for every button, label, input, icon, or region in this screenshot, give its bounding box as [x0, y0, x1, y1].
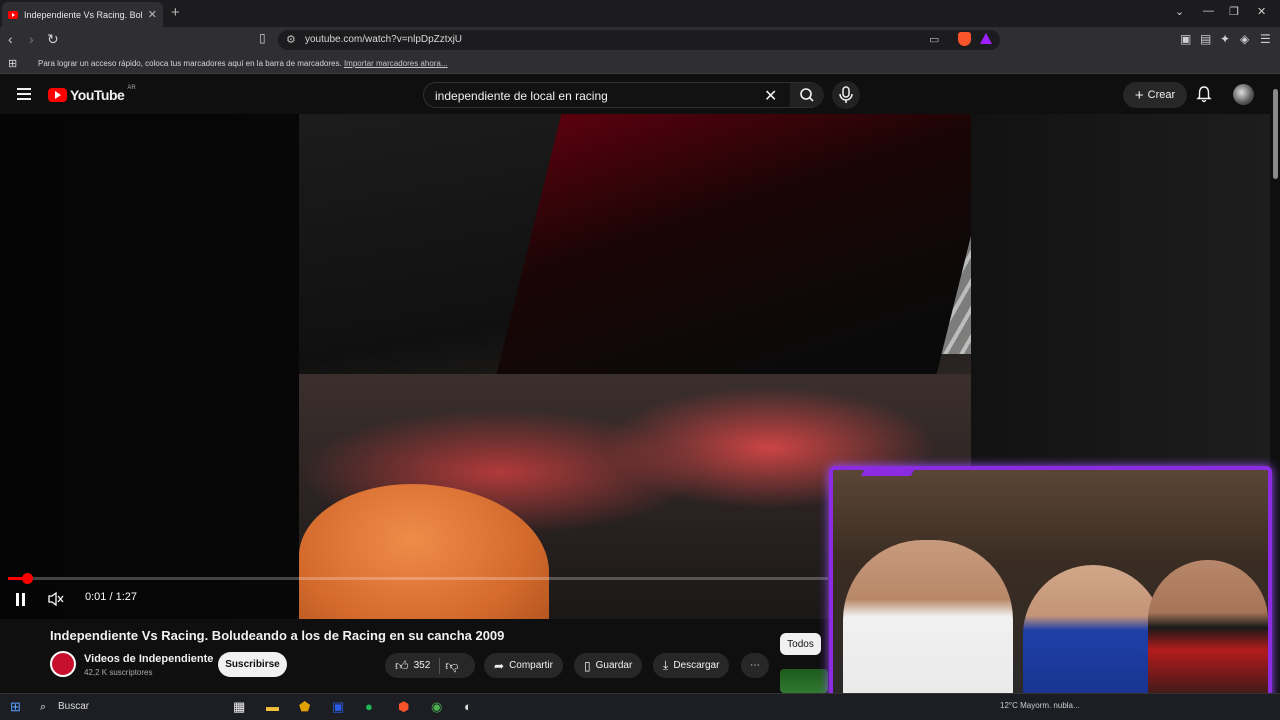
import-bookmarks-link[interactable]: Importar marcadores ahora... [344, 59, 448, 68]
forward-icon[interactable]: › [29, 31, 34, 47]
brave-shields-icon[interactable] [958, 32, 971, 46]
bookmarks-message: Para lograr un acceso rápido, coloca tus… [38, 59, 448, 68]
address-bar-row: ‹ › ↻ ▯ ⚙ youtube.com/watch?v=nlpDpZztxj… [0, 27, 1280, 53]
save-label: Guardar [595, 660, 633, 671]
scrollbar-thumb[interactable] [1273, 89, 1278, 179]
clear-search-icon[interactable]: ✕ [764, 86, 777, 106]
site-info-icon[interactable]: ⚙ [286, 33, 296, 46]
url-text[interactable]: youtube.com/watch?v=nlpDpZztxjU [305, 34, 462, 45]
create-button[interactable]: + Crear [1123, 82, 1187, 108]
like-count: 352 [413, 660, 431, 671]
channel-name[interactable]: Videos de Independiente [84, 653, 213, 665]
avatar[interactable] [1233, 84, 1254, 105]
youtube-favicon-icon [8, 10, 18, 19]
share-label: Compartir [509, 660, 553, 671]
chrome-icon[interactable]: ◉ [431, 699, 442, 715]
time-display: 0:01 / 1:27 [85, 591, 137, 603]
task-view-icon[interactable]: ▦ [233, 699, 245, 715]
subscriber-count: 42,2 K suscriptores [84, 668, 153, 677]
like-dislike-group: 👍︎ 352 👎︎ [385, 653, 475, 678]
bookmark-icon[interactable]: ▯ [259, 31, 266, 45]
search-button[interactable] [790, 83, 824, 107]
like-button[interactable]: 👍︎ 352 [395, 658, 430, 674]
hamburger-menu-icon[interactable] [17, 88, 31, 103]
leo-ai-icon[interactable]: ✦ [1220, 32, 1230, 46]
video-title: Independiente Vs Racing. Boludeando a lo… [50, 628, 505, 643]
app-icon[interactable]: ◐ [464, 699, 472, 714]
minimize-icon[interactable]: — [1203, 5, 1214, 17]
plus-icon: + [1134, 86, 1144, 104]
restore-icon[interactable]: ❐ [1229, 5, 1239, 18]
bookmark-save-icon: ▯ [584, 658, 591, 673]
muted-volume-icon[interactable] [47, 591, 65, 607]
streamer-center [1023, 565, 1163, 702]
search-box[interactable]: independiente de local en racing ✕ [423, 82, 824, 108]
brave-taskbar-icon[interactable]: ⬢ [398, 699, 409, 715]
browser-tab[interactable]: Independiente Vs Racing. Bolude ✕ [2, 2, 163, 27]
voice-search-button[interactable] [832, 81, 860, 109]
channel-avatar[interactable] [50, 651, 76, 677]
dislike-button-icon[interactable]: 👎︎ [445, 658, 458, 674]
more-horizontal-icon: ⋯ [750, 660, 760, 671]
related-video-thumbnail[interactable] [780, 669, 828, 693]
browser-tab-bar: Independiente Vs Racing. Bolude ✕ + ⌄ — … [0, 0, 1280, 27]
apps-grid-icon[interactable]: ⊞ [8, 57, 17, 70]
pause-icon[interactable] [15, 593, 26, 606]
close-tab-icon[interactable]: ✕ [148, 8, 157, 21]
windows-taskbar: ⊞ ⌕ Buscar ▦ ▬ ⬟ ▣ ● ⬢ ◉ ◐ 12°C Mayorm. … [0, 693, 1280, 720]
streamer-left [843, 540, 1013, 702]
youtube-wordmark: YouTube [70, 87, 125, 103]
notifications-bell-icon[interactable] [1195, 85, 1213, 103]
search-input[interactable]: independiente de local en racing [435, 89, 608, 103]
country-code: AR [127, 85, 136, 91]
back-icon[interactable]: ‹ [8, 31, 13, 47]
more-actions-button[interactable]: ⋯ [741, 653, 769, 678]
youtube-logo[interactable]: YouTube AR [48, 85, 136, 103]
spotify-icon[interactable]: ● [365, 699, 373, 714]
share-arrow-icon: ➦ [494, 658, 505, 673]
bookmarks-bar: ⊞ Para lograr un acceso rápido, coloca t… [0, 53, 1280, 74]
sidebar-icon[interactable]: ▣ [1180, 32, 1191, 46]
subscribe-button[interactable]: Suscribirse [218, 652, 287, 677]
taskbar-search-label[interactable]: Buscar [58, 701, 89, 712]
file-explorer-icon[interactable]: ▬ [266, 699, 279, 714]
progress-scrubber[interactable] [22, 573, 33, 584]
youtube-play-logo-icon [48, 88, 67, 102]
create-label: Crear [1147, 89, 1176, 101]
close-window-icon[interactable]: ✕ [1257, 5, 1266, 18]
omnibox[interactable]: ⚙ youtube.com/watch?v=nlpDpZztxjU ▭ [278, 30, 1000, 50]
download-icon: ⤓ [663, 658, 669, 672]
tab-title: Independiente Vs Racing. Bolude [24, 9, 142, 20]
cast-icon[interactable]: ▭ [929, 33, 939, 46]
app-shield-icon[interactable]: ⬟ [299, 699, 310, 715]
vpn-icon[interactable]: ◈ [1240, 32, 1249, 46]
divider [439, 657, 441, 674]
overlay-decoration [860, 470, 916, 476]
menu-icon[interactable]: ☰ [1260, 32, 1271, 46]
word-icon[interactable]: ▣ [332, 699, 344, 715]
wallet-icon[interactable]: ▤ [1200, 32, 1211, 46]
windows-start-icon[interactable]: ⊞ [10, 699, 21, 715]
taskbar-search-icon[interactable]: ⌕ [40, 701, 46, 714]
thumbs-up-icon: 👍︎ [395, 657, 409, 673]
bookmarks-message-text: Para lograr un acceso rápido, coloca tus… [38, 59, 342, 68]
download-button[interactable]: ⤓ Descargar [653, 653, 730, 678]
streamer-webcam-overlay [829, 466, 1272, 706]
brave-rewards-icon[interactable] [980, 33, 992, 44]
search-icon [800, 88, 814, 102]
tab-list-icon[interactable]: ⌄ [1175, 5, 1184, 18]
youtube-header: YouTube AR independiente de local en rac… [0, 75, 1270, 114]
streamer-right [1148, 560, 1268, 702]
microphone-icon [839, 86, 853, 103]
progress-bar[interactable] [8, 573, 828, 584]
weather-tray-text[interactable]: 12°C Mayorm. nubla... [1000, 701, 1080, 710]
download-label: Descargar [673, 660, 720, 671]
new-tab-icon[interactable]: + [171, 4, 180, 21]
save-button[interactable]: ▯ Guardar [574, 653, 643, 678]
filter-chip-all[interactable]: Todos [780, 633, 821, 655]
reload-icon[interactable]: ↻ [47, 31, 59, 48]
share-button[interactable]: ➦ Compartir [484, 653, 563, 678]
